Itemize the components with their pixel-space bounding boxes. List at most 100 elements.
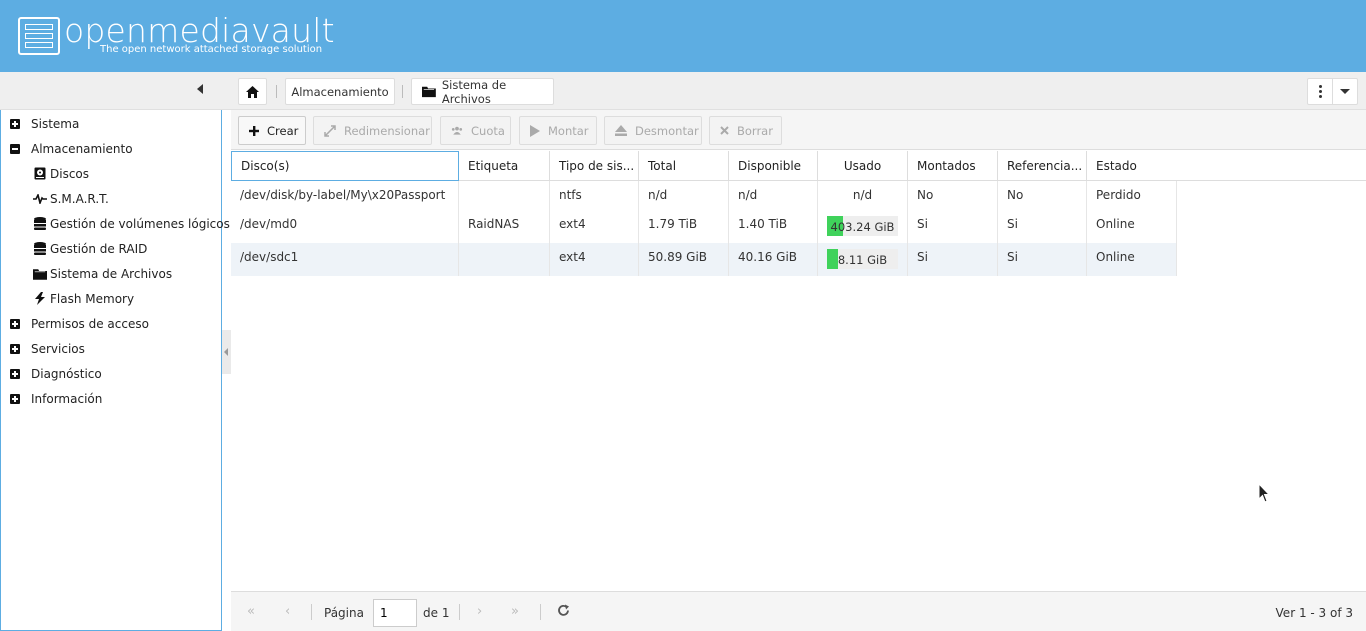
cell-disk: /dev/md0	[231, 210, 459, 243]
sidebar-item-label: Gestión de RAID	[50, 241, 148, 256]
grid-header: Disco(s) Etiqueta Tipo de sis... Total D…	[231, 151, 1366, 181]
folder-icon	[422, 86, 436, 98]
sidebar-item-label: Servicios	[31, 341, 85, 356]
last-page-icon[interactable]: »	[511, 604, 519, 619]
create-button[interactable]: Crear	[238, 116, 306, 145]
pager-separator	[311, 604, 312, 620]
sidebar-item-label: Gestión de volúmenes lógicos	[50, 216, 230, 231]
header-menu	[1307, 78, 1358, 105]
cell-available: 40.16 GiB	[729, 243, 818, 276]
cell-label: RaidNAS	[459, 210, 550, 243]
app-header: openmediavault The open network attached…	[0, 0, 1366, 72]
sidebar-item-label: S.M.A.R.T.	[50, 191, 109, 206]
previous-page-icon[interactable]: ‹	[285, 604, 290, 619]
table-row[interactable]: /dev/md0 RaidNAS ext4 1.79 TiB 1.40 TiB …	[231, 210, 1177, 243]
breadcrumb-sistema-archivos[interactable]: Sistema de Archivos	[411, 77, 554, 106]
sidebar-item-label: Flash Memory	[50, 291, 135, 306]
cell-referenced: Si	[998, 210, 1087, 243]
sidebar-item-raid[interactable]: Gestión de RAID	[1, 236, 147, 261]
column-header-mounted[interactable]: Montados	[908, 151, 998, 181]
sidebar-item-almacenamiento[interactable]: Almacenamiento	[1, 136, 133, 161]
usage-bar: 8.11 GiB	[827, 249, 898, 269]
next-page-icon[interactable]: ›	[477, 604, 482, 619]
resize-label: Redimensionar	[344, 123, 430, 138]
mount-button[interactable]: Montar	[519, 116, 597, 145]
heartbeat-icon	[33, 192, 47, 206]
page-number-input[interactable]	[373, 599, 417, 627]
first-page-icon[interactable]: «	[247, 604, 255, 619]
delete-label: Borrar	[737, 123, 773, 138]
column-header-label[interactable]: Etiqueta	[459, 151, 550, 181]
column-header-referenced[interactable]: Referencia...	[998, 151, 1087, 181]
table-row[interactable]: /dev/sdc1 ext4 50.89 GiB 40.16 GiB 8.11 …	[231, 243, 1177, 276]
unmount-button[interactable]: Desmontar	[604, 116, 702, 145]
home-icon	[246, 85, 259, 98]
sidebar-splitter-handle[interactable]	[222, 330, 231, 374]
sidebar-item-smart[interactable]: S.M.A.R.T.	[1, 186, 109, 211]
cell-fstype: ext4	[550, 243, 639, 276]
grid-toolbar: Crear Redimensionar Cuota Montar Desmont…	[231, 110, 1366, 150]
cell-disk: /dev/disk/by-label/My\x20Passport	[231, 181, 459, 210]
expand-icon	[10, 368, 20, 379]
sidebar-item-label: Sistema	[31, 116, 80, 131]
sidebar-item-permisos[interactable]: Permisos de acceso	[1, 311, 149, 336]
expand-arrows-icon	[324, 124, 336, 137]
delete-button[interactable]: Borrar	[709, 116, 782, 145]
dropdown-button[interactable]	[1333, 79, 1357, 104]
refresh-icon[interactable]	[557, 604, 570, 620]
cell-status: Perdido	[1087, 181, 1177, 210]
cell-disk: /dev/sdc1	[231, 243, 459, 276]
column-header-fstype[interactable]: Tipo de sis...	[550, 151, 639, 181]
sidebar-item-flash-memory[interactable]: Flash Memory	[1, 286, 134, 311]
breadcrumb-almacenamiento[interactable]: Almacenamiento	[285, 78, 395, 105]
pagination-bar: « ‹ Página de 1 › » Ver 1 - 3 of 3	[231, 591, 1366, 631]
eject-icon	[615, 125, 627, 136]
resize-button[interactable]: Redimensionar	[313, 116, 432, 145]
cell-label	[459, 181, 550, 210]
column-header-used[interactable]: Usado	[818, 151, 908, 181]
sidebar-item-filesystems[interactable]: Sistema de Archivos	[1, 261, 172, 286]
sidebar-item-label: Información	[31, 391, 103, 406]
cell-referenced: Si	[998, 243, 1087, 276]
sidebar-item-diagnostico[interactable]: Diagnóstico	[1, 361, 102, 386]
sidebar-item-informacion[interactable]: Información	[1, 386, 102, 411]
sidebar-item-lvm[interactable]: Gestión de volúmenes lógicos	[1, 211, 230, 236]
create-label: Crear	[267, 123, 299, 138]
kebab-menu-button[interactable]	[1308, 79, 1333, 104]
usage-bar: 403.24 GiB	[827, 216, 898, 236]
flash-icon	[33, 292, 47, 306]
collapse-icon	[10, 143, 20, 154]
play-icon	[530, 124, 540, 137]
mount-label: Montar	[548, 123, 589, 138]
database-icon	[33, 242, 47, 256]
cell-used: 403.24 GiB	[818, 210, 908, 243]
sidebar-item-label: Diagnóstico	[31, 366, 102, 381]
sidebar-item-servicios[interactable]: Servicios	[1, 336, 85, 361]
cell-status: Online	[1087, 243, 1177, 276]
cell-used: n/d	[818, 181, 908, 210]
cell-fstype: ext4	[550, 210, 639, 243]
breadcrumb-separator	[402, 85, 403, 98]
mouse-cursor-icon	[1258, 483, 1270, 503]
table-row[interactable]: /dev/disk/by-label/My\x20Passport ntfs n…	[231, 181, 1177, 210]
sidebar-item-discos[interactable]: Discos	[1, 161, 89, 186]
cell-used: 8.11 GiB	[818, 243, 908, 276]
column-header-available[interactable]: Disponible	[729, 151, 818, 181]
quota-button[interactable]: Cuota	[440, 116, 511, 145]
column-header-disks[interactable]: Disco(s)	[231, 151, 459, 181]
breadcrumb-label: Sistema de Archivos	[441, 77, 507, 106]
collapse-sidebar-icon[interactable]	[197, 84, 203, 94]
sidebar-item-label: Sistema de Archivos	[50, 266, 173, 281]
usage-bar-text: 8.11 GiB	[837, 253, 888, 267]
column-header-status[interactable]: Estado	[1087, 151, 1366, 181]
column-header-total[interactable]: Total	[639, 151, 729, 181]
openmediavault-logo-icon	[18, 17, 60, 55]
pager-separator	[540, 604, 541, 620]
cell-mounted: Si	[908, 210, 998, 243]
cell-available: n/d	[729, 181, 818, 210]
sidebar-item-sistema[interactable]: Sistema	[1, 111, 79, 136]
expand-icon	[10, 343, 20, 354]
kebab-icon	[1318, 85, 1322, 98]
home-button[interactable]	[238, 78, 267, 105]
unmount-label: Desmontar	[635, 123, 699, 138]
